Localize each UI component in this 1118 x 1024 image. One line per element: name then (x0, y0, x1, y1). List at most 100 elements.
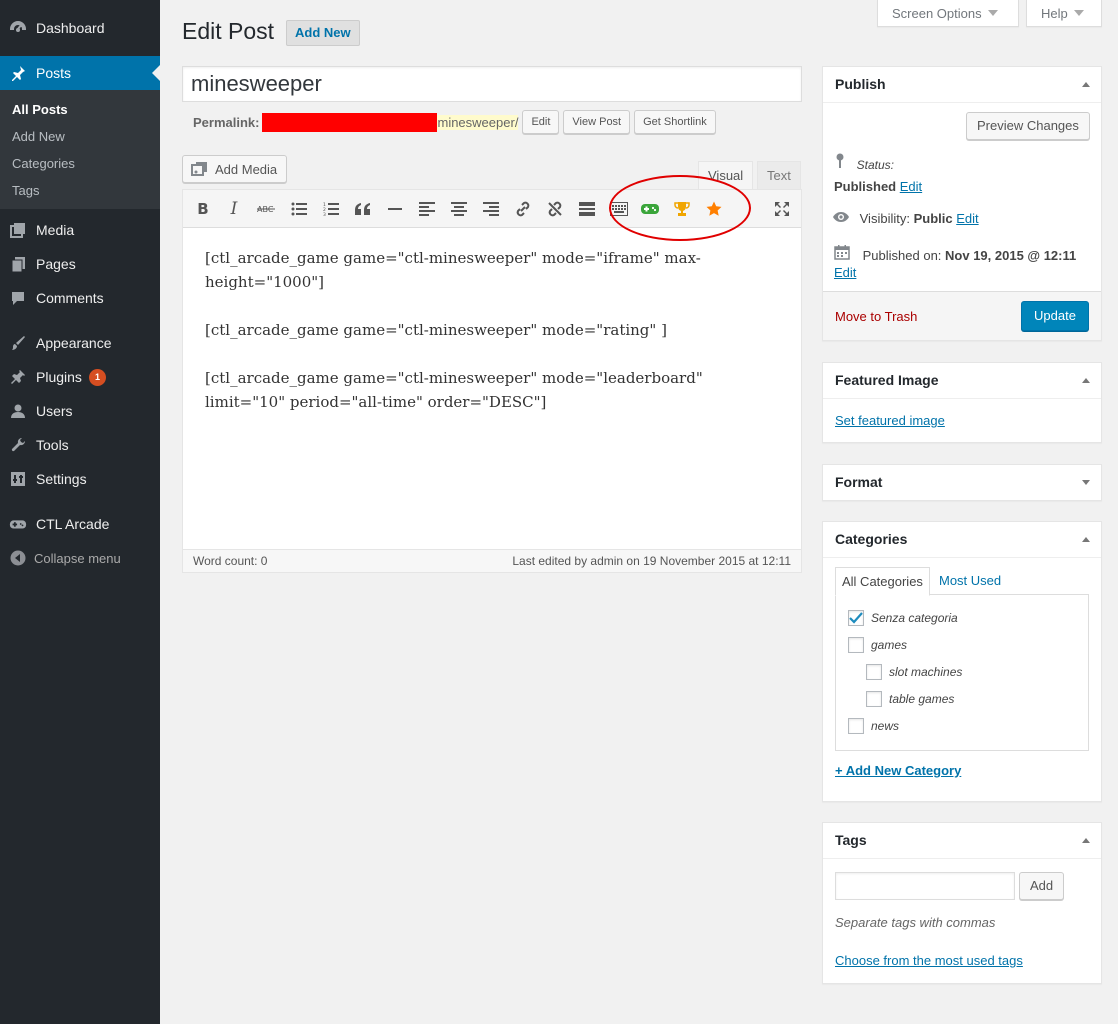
status-value: Published (834, 179, 897, 194)
status-label: Status: (856, 158, 894, 172)
collapse-icon (9, 549, 27, 567)
categories-box: Categories All Categories Most Used Senz… (822, 521, 1102, 802)
tab-all-categories[interactable]: All Categories (835, 567, 930, 596)
screen-options-button[interactable]: Screen Options (877, 0, 1019, 27)
edit-status-link[interactable]: Edit (900, 179, 922, 194)
pages-icon (9, 255, 27, 273)
sidebar-item-users[interactable]: Users (0, 394, 160, 428)
permalink-slug[interactable]: minesweeper/ (437, 114, 519, 130)
sidebar-item-label: Tools (36, 437, 69, 453)
permalink-label: Permalink: (193, 114, 260, 130)
insert-link-icon[interactable] (512, 198, 534, 220)
italic-icon[interactable]: I (223, 198, 245, 220)
collapse-menu-button[interactable]: Collapse menu (0, 541, 160, 575)
editor-content[interactable]: [ctl_arcade_game game="ctl-minesweeper" … (183, 228, 801, 549)
edit-date-link[interactable]: Edit (834, 265, 856, 280)
strikethrough-icon[interactable]: ABC (255, 198, 277, 220)
add-new-post-button[interactable]: Add New (286, 20, 360, 46)
sidebar-item-pages[interactable]: Pages (0, 247, 160, 281)
tag-input[interactable] (835, 872, 1015, 900)
add-media-button[interactable]: Add Media (182, 155, 288, 183)
submenu-add-new[interactable]: Add New (12, 129, 65, 144)
trophy-icon[interactable] (671, 198, 693, 220)
category-item[interactable]: Senza categoria (848, 610, 958, 626)
plugin-icon (9, 368, 27, 386)
horizontal-line-icon[interactable] (384, 198, 406, 220)
help-button[interactable]: Help (1026, 0, 1102, 27)
set-featured-image-link[interactable]: Set featured image (835, 413, 945, 428)
toolbar-toggle-icon[interactable] (608, 198, 630, 220)
sidebar-item-dashboard[interactable]: Dashboard (0, 11, 160, 45)
category-item[interactable]: table games (866, 691, 954, 707)
featured-image-header[interactable]: Featured Image (823, 363, 1101, 399)
submenu-categories[interactable]: Categories (12, 156, 75, 171)
blockquote-icon[interactable] (352, 198, 374, 220)
submenu-tags[interactable]: Tags (12, 183, 39, 198)
align-center-icon[interactable] (448, 198, 470, 220)
sidebar-item-comments[interactable]: Comments (0, 281, 160, 315)
sidebar-item-plugins[interactable]: Plugins 1 (0, 360, 160, 394)
shortcode-paragraph: [ctl_arcade_game game="ctl-minesweeper" … (205, 321, 667, 339)
numbered-list-icon[interactable]: 123 (320, 198, 342, 220)
category-item[interactable]: games (848, 637, 907, 653)
collapse-toggle-icon[interactable] (1082, 533, 1090, 542)
tab-visual[interactable]: Visual (698, 161, 754, 190)
expand-toggle-icon[interactable] (1082, 480, 1090, 489)
checkbox[interactable] (848, 718, 864, 734)
read-more-icon[interactable] (576, 198, 598, 220)
checkbox[interactable] (866, 691, 882, 707)
category-label: news (871, 719, 900, 733)
get-shortlink-button[interactable]: Get Shortlink (634, 110, 716, 134)
category-label: Senza categoria (871, 611, 958, 625)
tab-most-used[interactable]: Most Used (933, 567, 1007, 596)
collapse-toggle-icon[interactable] (1082, 78, 1090, 87)
category-item[interactable]: news (848, 718, 899, 734)
move-to-trash-link[interactable]: Move to Trash (835, 309, 917, 324)
star-icon[interactable] (703, 198, 725, 220)
collapse-toggle-icon[interactable] (1082, 834, 1090, 843)
view-post-button[interactable]: View Post (563, 110, 631, 134)
sidebar-item-appearance[interactable]: Appearance (0, 326, 160, 360)
bullet-list-icon[interactable] (288, 198, 310, 220)
remove-link-icon[interactable] (544, 198, 566, 220)
sidebar-item-tools[interactable]: Tools (0, 428, 160, 462)
pin-icon (9, 64, 27, 82)
caret-down-icon (987, 10, 998, 21)
add-new-category-link[interactable]: + Add New Category (835, 763, 961, 778)
post-title-input[interactable] (182, 66, 802, 102)
checkbox-checked[interactable] (848, 610, 864, 626)
eye-icon (832, 211, 856, 226)
edit-visibility-link[interactable]: Edit (956, 211, 978, 226)
checkbox[interactable] (866, 664, 882, 680)
update-count-badge: 1 (89, 369, 106, 386)
submenu-all-posts[interactable]: All Posts (12, 102, 68, 117)
sidebar-item-label: Media (36, 222, 75, 238)
choose-most-used-tags-link[interactable]: Choose from the most used tags (835, 953, 1023, 968)
sidebar-item-settings[interactable]: Settings (0, 462, 160, 496)
tab-text[interactable]: Text (757, 161, 801, 190)
format-header[interactable]: Format (823, 465, 1101, 501)
tags-header[interactable]: Tags (823, 823, 1101, 859)
update-button[interactable]: Update (1021, 301, 1089, 331)
post-editor: B I ABC 123 [ctl_arcade_game game="ctl-m… (182, 189, 802, 573)
sidebar-item-posts[interactable]: Posts (0, 56, 160, 90)
sidebar-item-label: Collapse menu (34, 551, 121, 566)
preview-changes-button[interactable]: Preview Changes (966, 112, 1090, 140)
sidebar-item-ctl-arcade[interactable]: CTL Arcade (0, 507, 160, 541)
align-left-icon[interactable] (416, 198, 438, 220)
edit-slug-button[interactable]: Edit (522, 110, 560, 134)
bold-icon[interactable]: B (192, 198, 214, 220)
align-right-icon[interactable] (480, 198, 502, 220)
sidebar-item-media[interactable]: Media (0, 213, 160, 247)
publish-box-header[interactable]: Publish (823, 67, 1101, 103)
category-label: slot machines (889, 665, 963, 679)
add-tag-button[interactable]: Add (1019, 872, 1065, 900)
category-item[interactable]: slot machines (866, 664, 962, 680)
insert-game-icon[interactable] (639, 198, 661, 220)
categories-header[interactable]: Categories (823, 522, 1101, 558)
category-label: table games (889, 692, 955, 706)
fullscreen-icon[interactable] (771, 198, 793, 220)
collapse-toggle-icon[interactable] (1082, 374, 1090, 383)
sidebar-item-label: Dashboard (36, 20, 105, 36)
checkbox[interactable] (848, 637, 864, 653)
